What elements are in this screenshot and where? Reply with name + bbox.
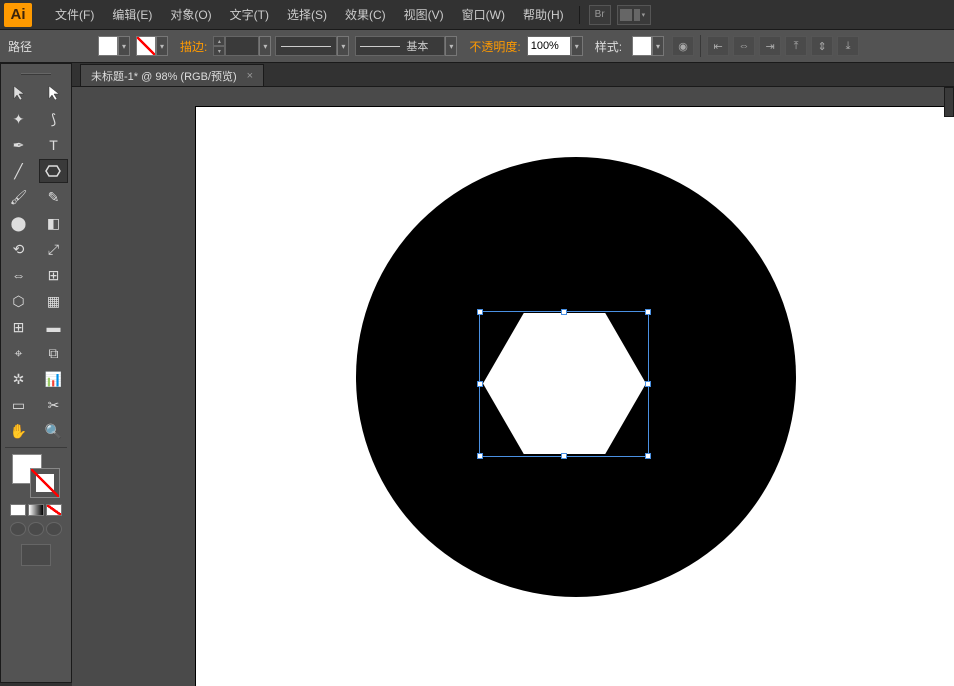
stroke-weight-input: ▴▾ ▾ xyxy=(213,36,271,56)
menu-object[interactable]: 对象(O) xyxy=(161,2,220,27)
color-gradient-button[interactable] xyxy=(28,504,44,516)
menu-view[interactable]: 视图(V) xyxy=(395,2,453,27)
draw-mode-row xyxy=(1,522,71,536)
polygon-tool[interactable] xyxy=(39,159,68,183)
artboard-tool[interactable]: ▭ xyxy=(4,393,33,417)
graph-tool[interactable]: 📊 xyxy=(39,367,68,391)
opacity-dropdown[interactable]: ▾ xyxy=(571,36,583,56)
brush-dropdown[interactable]: ▾ xyxy=(445,36,457,56)
screen-mode-button[interactable] xyxy=(21,544,51,566)
profile-group: ▾ xyxy=(275,36,349,56)
free-transform-tool[interactable]: ⊞ xyxy=(39,263,68,287)
align-left-icon[interactable]: ⇤ xyxy=(707,36,729,56)
opacity-label[interactable]: 不透明度: xyxy=(469,38,520,55)
menu-select[interactable]: 选择(S) xyxy=(278,2,336,27)
align-top-icon[interactable]: ⤒ xyxy=(785,36,807,56)
eraser-tool[interactable]: ◧ xyxy=(39,211,68,235)
close-tab-icon[interactable]: × xyxy=(247,70,253,82)
control-bar: 路径 ▾ ▾ 描边: ▴▾ ▾ ▾ 基本 ▾ 不透明度: 100% ▾ 样式: … xyxy=(0,30,954,63)
separator xyxy=(5,447,67,448)
separator xyxy=(700,35,701,57)
style-label: 样式: xyxy=(595,38,622,55)
profile-dropdown[interactable]: ▾ xyxy=(337,36,349,56)
bridge-button[interactable]: Br xyxy=(589,5,611,25)
document-tab[interactable]: 未标题-1* @ 98% (RGB/预览) × xyxy=(80,64,264,86)
align-center-v-icon[interactable]: ⇕ xyxy=(811,36,833,56)
stroke-weight-up[interactable]: ▴ xyxy=(213,36,225,46)
document-tab-title: 未标题-1* @ 98% (RGB/预览) xyxy=(91,68,237,84)
pen-tool[interactable]: ✒ xyxy=(4,133,33,157)
right-panel-collapsed[interactable] xyxy=(944,87,954,117)
graphic-style-swatch[interactable] xyxy=(632,36,652,56)
style-group: ▾ xyxy=(632,36,664,56)
symbol-sprayer-tool[interactable]: ✲ xyxy=(4,367,33,391)
selection-type-label: 路径 xyxy=(8,38,32,55)
selection-tool[interactable] xyxy=(4,81,33,105)
draw-behind-button[interactable] xyxy=(28,522,44,536)
separator xyxy=(579,6,580,24)
fill-color-swatch[interactable] xyxy=(98,36,118,56)
align-bottom-icon[interactable]: ⤓ xyxy=(837,36,859,56)
slice-tool[interactable]: ✂ xyxy=(39,393,68,417)
stroke-dropdown[interactable]: ▾ xyxy=(156,36,168,56)
color-solid-button[interactable] xyxy=(10,504,26,516)
menu-window[interactable]: 窗口(W) xyxy=(453,2,514,27)
menu-effect[interactable]: 效果(C) xyxy=(336,2,395,27)
perspective-tool[interactable]: ▦ xyxy=(39,289,68,313)
lasso-tool[interactable]: ⟆ xyxy=(39,107,68,131)
eyedropper-tool[interactable]: ⌖ xyxy=(4,341,33,365)
mesh-tool[interactable]: ⊞ xyxy=(4,315,33,339)
fill-dropdown[interactable]: ▾ xyxy=(118,36,130,56)
pencil-tool[interactable]: ✎ xyxy=(39,185,68,209)
toolbox: ✦ ⟆ ✒ T ╱ 🖌 ✎ ⬤ ◧ ⟲ ⤢ ⇔ ⊞ ⬡ ▦ ⊞ ▬ ⌖ ⧉ ✲ … xyxy=(0,63,72,683)
type-tool[interactable]: T xyxy=(39,133,68,157)
app-logo: Ai xyxy=(4,3,32,27)
color-none-button[interactable] xyxy=(46,504,62,516)
color-mode-row xyxy=(1,504,71,516)
align-right-icon[interactable]: ⇥ xyxy=(759,36,781,56)
fill-swatch-group: ▾ xyxy=(98,36,130,56)
draw-normal-button[interactable] xyxy=(10,522,26,536)
canvas-area[interactable] xyxy=(72,87,954,686)
fill-stroke-indicator[interactable] xyxy=(12,454,60,498)
menu-bar: Ai 文件(F) 编辑(E) 对象(O) 文字(T) 选择(S) 效果(C) 视… xyxy=(0,0,954,30)
arrange-documents-button[interactable]: ▾ xyxy=(617,5,651,25)
artboard[interactable] xyxy=(196,107,954,686)
stroke-color-swatch[interactable] xyxy=(136,36,156,56)
direct-selection-tool[interactable] xyxy=(39,81,68,105)
menu-file[interactable]: 文件(F) xyxy=(46,2,103,27)
variable-width-profile[interactable] xyxy=(275,36,337,56)
brush-tool[interactable]: 🖌 xyxy=(4,185,33,209)
stroke-indicator[interactable] xyxy=(30,468,60,498)
magic-wand-tool[interactable]: ✦ xyxy=(4,107,33,131)
zoom-tool[interactable]: 🔍 xyxy=(39,419,68,443)
blob-brush-tool[interactable]: ⬤ xyxy=(4,211,33,235)
stroke-label[interactable]: 描边: xyxy=(180,38,207,55)
scale-tool[interactable]: ⤢ xyxy=(39,237,68,261)
width-tool[interactable]: ⇔ xyxy=(4,263,33,287)
menu-help[interactable]: 帮助(H) xyxy=(514,2,573,27)
document-tab-bar: 未标题-1* @ 98% (RGB/预览) × xyxy=(0,63,954,87)
opacity-group: 100% ▾ xyxy=(527,36,583,56)
line-tool[interactable]: ╱ xyxy=(4,159,33,183)
shape-builder-tool[interactable]: ⬡ xyxy=(4,289,33,313)
gradient-tool[interactable]: ▬ xyxy=(39,315,68,339)
menu-type[interactable]: 文字(T) xyxy=(221,2,278,27)
align-center-h-icon[interactable]: ⇔ xyxy=(733,36,755,56)
stroke-weight-dropdown[interactable]: ▾ xyxy=(259,36,271,56)
stroke-weight-down[interactable]: ▾ xyxy=(213,46,225,56)
style-dropdown[interactable]: ▾ xyxy=(652,36,664,56)
stroke-swatch-group: ▾ xyxy=(136,36,168,56)
rotate-tool[interactable]: ⟲ xyxy=(4,237,33,261)
recolor-artwork-icon[interactable]: ◉ xyxy=(672,36,694,56)
brush-group: 基本 ▾ xyxy=(355,36,457,56)
brush-definition[interactable]: 基本 xyxy=(355,36,445,56)
blend-tool[interactable]: ⧉ xyxy=(39,341,68,365)
menu-edit[interactable]: 编辑(E) xyxy=(103,2,161,27)
opacity-field[interactable]: 100% xyxy=(527,36,571,56)
draw-inside-button[interactable] xyxy=(46,522,62,536)
hand-tool[interactable]: ✋ xyxy=(4,419,33,443)
stroke-weight-field[interactable] xyxy=(225,36,259,56)
toolbox-grip[interactable] xyxy=(1,70,71,78)
